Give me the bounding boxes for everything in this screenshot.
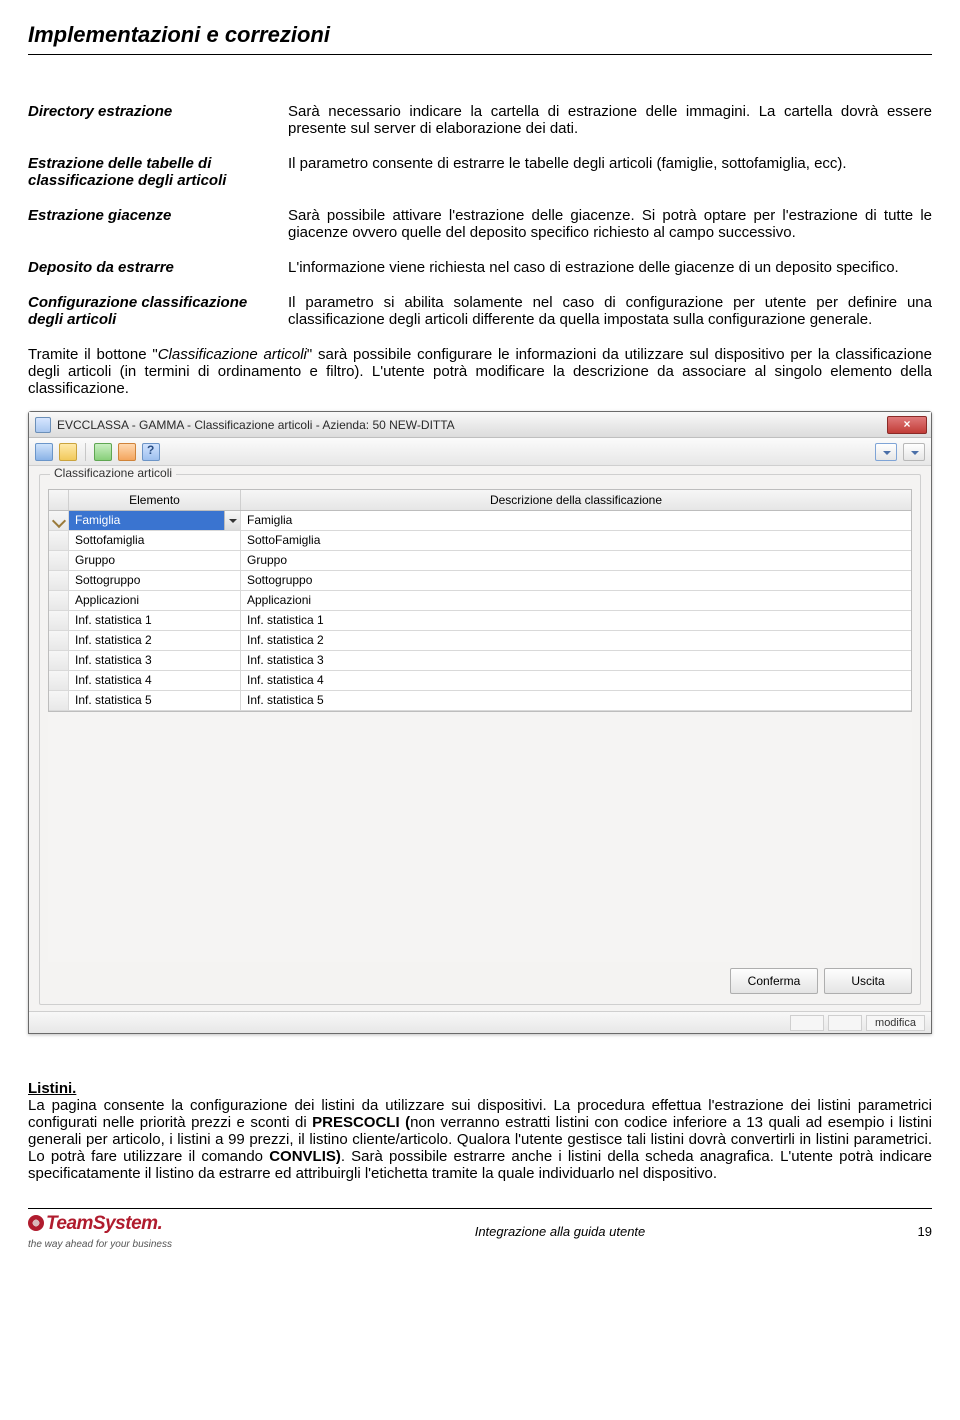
table-row[interactable]: Inf. statistica 3 Inf. statistica 3	[49, 651, 911, 671]
status-mode: modifica	[866, 1015, 925, 1031]
def-term: Deposito da estrarre	[28, 259, 288, 276]
def-desc: Sarà possibile attivare l'estrazione del…	[288, 207, 932, 241]
confirm-button[interactable]: Conferma	[730, 968, 818, 994]
table-row[interactable]: Sottogruppo Sottogruppo	[49, 571, 911, 591]
button-name-italic: Classificazione articoli	[158, 346, 307, 363]
toolbar-icon[interactable]	[118, 443, 136, 461]
table-row[interactable]: Gruppo Gruppo	[49, 551, 911, 571]
app-icon	[35, 417, 51, 433]
grid-header: Elemento Descrizione della classificazio…	[49, 490, 911, 511]
text: Tramite il bottone "	[28, 346, 158, 363]
footer-center-text: Integrazione alla guida utente	[248, 1224, 872, 1239]
cell-descrizione: Inf. statistica 1	[241, 611, 911, 630]
def-desc: Il parametro consente di estrarre le tab…	[288, 155, 932, 189]
cell-elemento: Inf. statistica 5	[69, 691, 240, 710]
toolbar-separator	[85, 443, 86, 461]
text-bold: PRESCOCLI (	[312, 1114, 410, 1131]
intro-paragraph: Tramite il bottone "Classificazione arti…	[28, 346, 932, 397]
toolbar	[29, 438, 931, 466]
cell-descrizione: Inf. statistica 2	[241, 631, 911, 650]
table-row[interactable]: Inf. statistica 4 Inf. statistica 4	[49, 671, 911, 691]
def-term: Estrazione delle tabelle di classificazi…	[28, 155, 288, 189]
cell-descrizione: Sottogruppo	[241, 571, 911, 590]
table-row[interactable]: Famiglia Famiglia	[49, 511, 911, 531]
toolbar-icon[interactable]	[94, 443, 112, 461]
cell-descrizione: SottoFamiglia	[241, 531, 911, 550]
table-row[interactable]: Sottofamiglia SottoFamiglia	[49, 531, 911, 551]
page-number: 19	[872, 1224, 932, 1239]
pencil-icon	[51, 513, 65, 527]
edit-row-icon[interactable]	[49, 511, 69, 530]
page-title: Implementazioni e correzioni	[28, 22, 932, 48]
def-desc: Sarà necessario indicare la cartella di …	[288, 103, 932, 137]
exit-button[interactable]: Uscita	[824, 968, 912, 994]
listini-heading: Listini.	[28, 1080, 76, 1097]
dialog-footer: Conferma Uscita	[48, 968, 912, 994]
cell-descrizione: Inf. statistica 3	[241, 651, 911, 670]
def-term: Configurazione classificazione degli art…	[28, 294, 288, 328]
cell-elemento: Inf. statistica 2	[69, 631, 240, 650]
classification-grid: Elemento Descrizione della classificazio…	[48, 489, 912, 712]
toolbar-dropdown[interactable]	[903, 443, 925, 461]
toolbar-icon[interactable]	[59, 443, 77, 461]
cell-descrizione: Inf. statistica 5	[241, 691, 911, 710]
table-row[interactable]: Inf. statistica 1 Inf. statistica 1	[49, 611, 911, 631]
col-header-elemento: Elemento	[69, 490, 241, 510]
cell-descrizione: Applicazioni	[241, 591, 911, 610]
cell-descrizione: Inf. statistica 4	[241, 671, 911, 690]
cell-elemento: Inf. statistica 3	[69, 651, 240, 670]
grid-empty-area	[48, 712, 912, 962]
close-button[interactable]: ×	[887, 416, 927, 434]
dropdown-icon[interactable]	[224, 511, 240, 530]
cell-descrizione: Gruppo	[241, 551, 911, 570]
cell-descrizione[interactable]: Famiglia	[241, 511, 911, 530]
status-bar: modifica	[29, 1011, 931, 1033]
page-footer: TeamSystem. the way ahead for your busin…	[28, 1213, 932, 1256]
col-header-descrizione: Descrizione della classificazione	[241, 490, 911, 510]
table-row[interactable]: Applicazioni Applicazioni	[49, 591, 911, 611]
window-titlebar: EVCCLASSA - GAMMA - Classificazione arti…	[29, 412, 931, 438]
status-cell	[790, 1015, 824, 1031]
screenshot-window: EVCCLASSA - GAMMA - Classificazione arti…	[28, 411, 932, 1034]
toolbar-dropdown[interactable]	[875, 443, 897, 461]
brand-logo: TeamSystem. the way ahead for your busin…	[28, 1213, 248, 1250]
window-title: EVCCLASSA - GAMMA - Classificazione arti…	[57, 418, 887, 432]
def-term: Estrazione giacenze	[28, 207, 288, 241]
toolbar-icon[interactable]	[35, 443, 53, 461]
status-cell	[828, 1015, 862, 1031]
header-rule	[28, 54, 932, 55]
footer-rule	[28, 1208, 932, 1209]
cell-elemento: Inf. statistica 4	[69, 671, 240, 690]
groupbox-legend: Classificazione articoli	[50, 466, 176, 480]
def-desc: L'informazione viene richiesta nel caso …	[288, 259, 932, 276]
cell-elemento: Inf. statistica 1	[69, 611, 240, 630]
table-row[interactable]: Inf. statistica 2 Inf. statistica 2	[49, 631, 911, 651]
help-icon[interactable]	[142, 443, 160, 461]
cell-elemento: Applicazioni	[69, 591, 240, 610]
def-term: Directory estrazione	[28, 103, 288, 137]
gear-icon	[28, 1215, 44, 1231]
text-bold: CONVLIS)	[269, 1148, 341, 1165]
definitions-block: Directory estrazione Sarà necessario ind…	[28, 103, 932, 328]
listini-paragraph: Listini. La pagina consente la configura…	[28, 1080, 932, 1182]
cell-elemento: Sottofamiglia	[69, 531, 240, 550]
brand-name: TeamSystem.	[46, 1213, 162, 1234]
brand-tagline: the way ahead for your business	[28, 1239, 172, 1250]
table-row[interactable]: Inf. statistica 5 Inf. statistica 5	[49, 691, 911, 711]
groupbox-classificazione: Classificazione articoli Elemento Descri…	[39, 474, 921, 1005]
cell-elemento: Sottogruppo	[69, 571, 240, 590]
cell-elemento: Gruppo	[69, 551, 240, 570]
def-desc: Il parametro si abilita solamente nel ca…	[288, 294, 932, 328]
cell-elemento[interactable]: Famiglia	[69, 511, 241, 530]
